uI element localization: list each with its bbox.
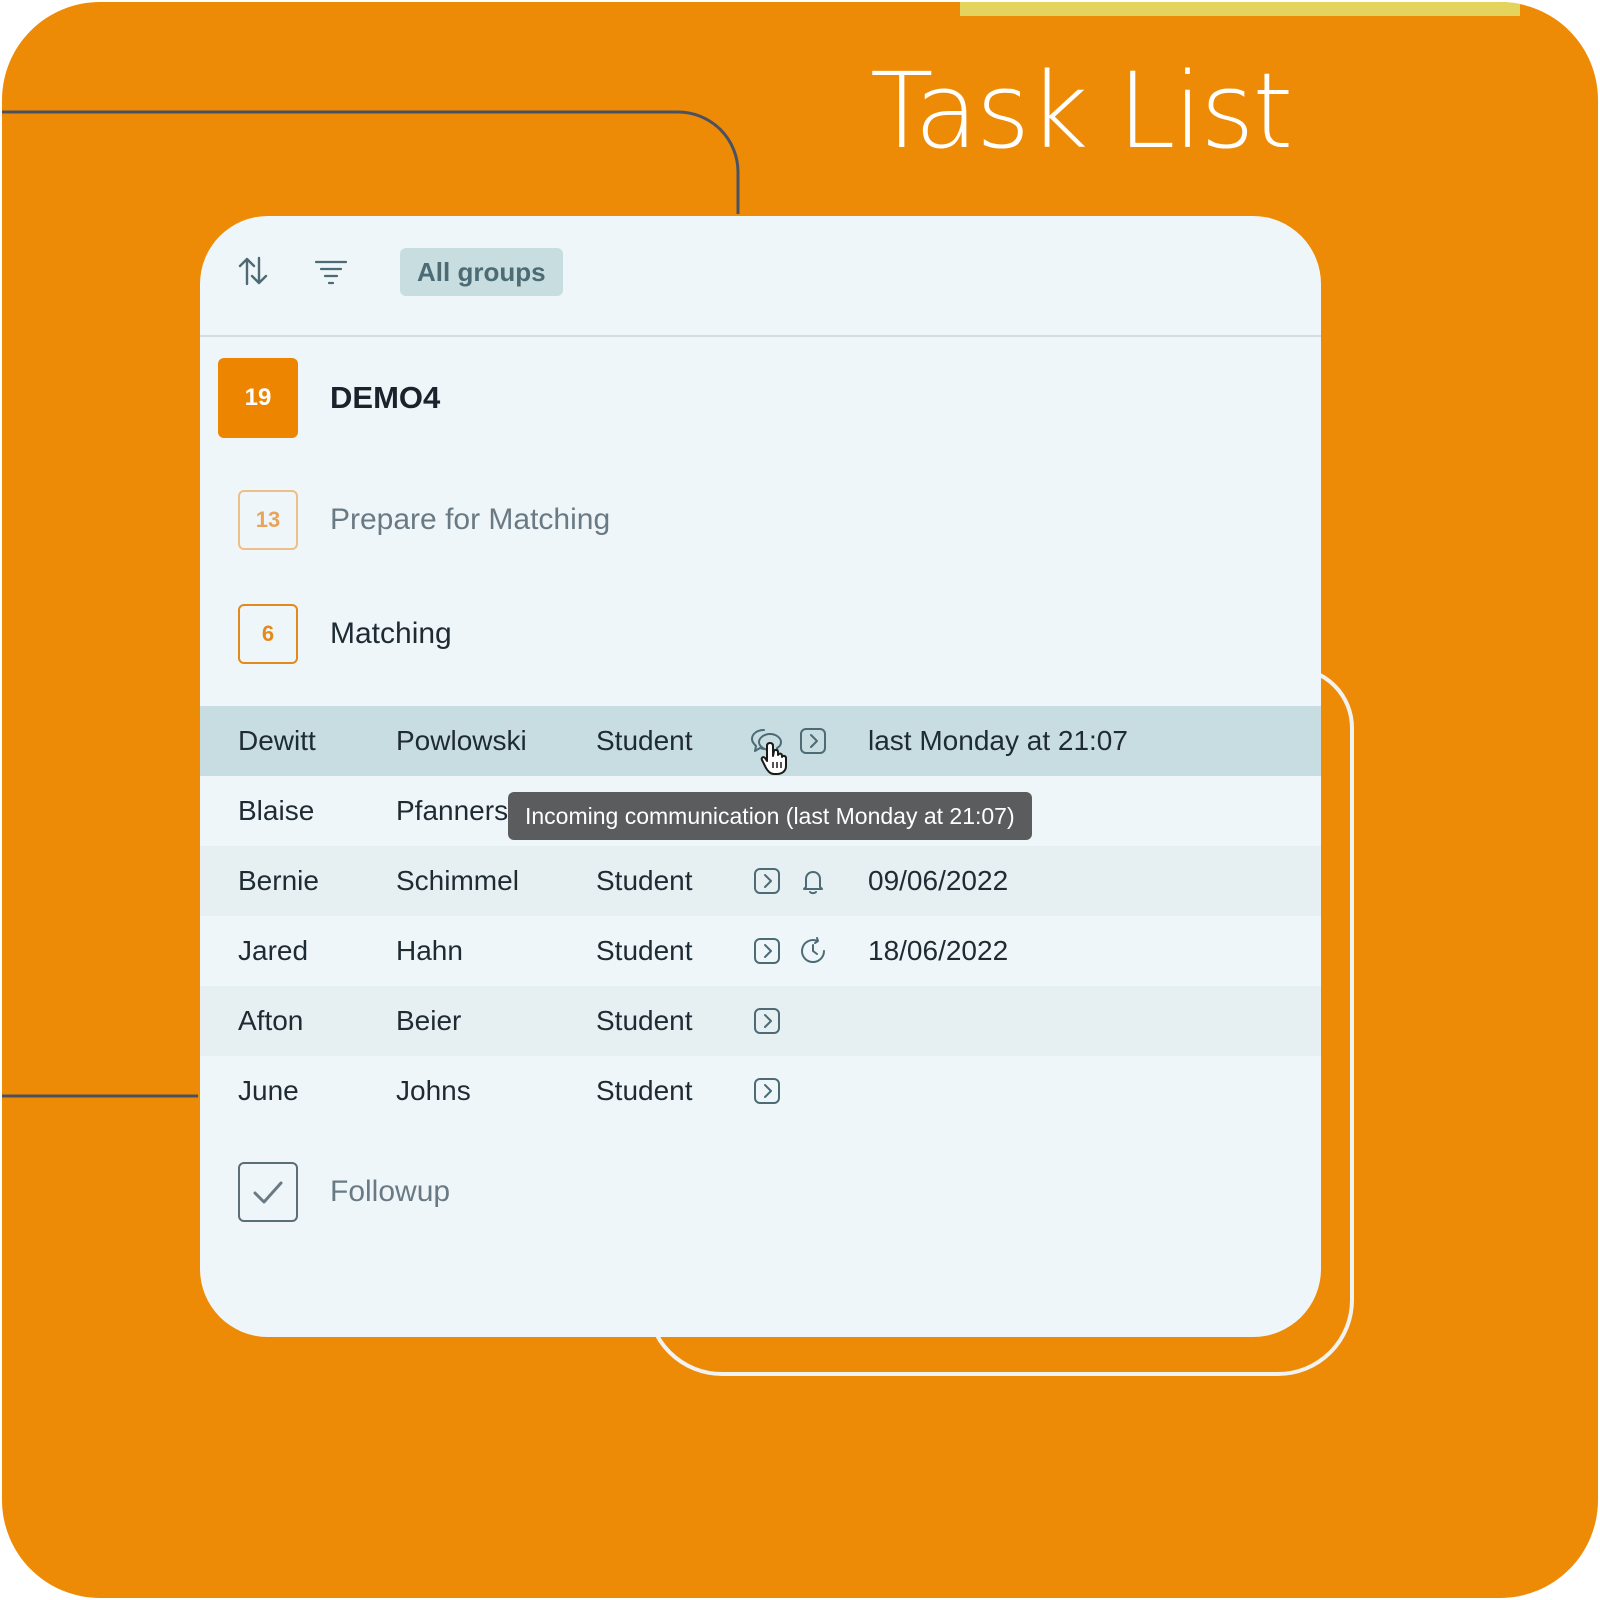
- participant-row[interactable]: Jared Hahn Student 18/06/2022: [200, 916, 1321, 986]
- participant-row[interactable]: June Johns Student: [200, 1056, 1321, 1126]
- task-list-card: All groups 19 DEMO4 13 Prepare for Match…: [200, 216, 1321, 1337]
- background-frame: Task List All groups 19 DEMO4 13 Prepare…: [2, 2, 1598, 1598]
- sort-icon[interactable]: [236, 254, 270, 288]
- project-group-header[interactable]: 19 DEMO4: [200, 358, 1321, 438]
- participant-row[interactable]: Dewitt Powlowski Student last Monday at …: [200, 706, 1321, 776]
- clock-icon: [798, 936, 828, 966]
- first-name: Blaise: [238, 795, 315, 826]
- project-count-badge: 19: [218, 358, 298, 438]
- followup-checkbox[interactable]: [238, 1162, 298, 1222]
- stage-count-badge: 13: [238, 490, 298, 550]
- last-name: Johns: [396, 1075, 471, 1106]
- stage-label: Matching: [330, 617, 452, 650]
- participant-row[interactable]: Bernie Schimmel Student 09/06/2022: [200, 846, 1321, 916]
- date-text: last Monday at 21:07: [868, 725, 1128, 756]
- stage-matching[interactable]: 6 Matching: [200, 604, 1321, 664]
- chevron-right-box-icon[interactable]: [752, 866, 782, 896]
- last-name: Beier: [396, 1005, 462, 1036]
- chevron-right-box-icon[interactable]: [752, 1006, 782, 1036]
- role: Student: [596, 1075, 693, 1106]
- date-text: 09/06/2022: [868, 865, 1009, 896]
- first-name: June: [238, 1075, 299, 1106]
- first-name: Jared: [238, 935, 309, 966]
- last-name: Hahn: [396, 935, 463, 966]
- hero-title: Task List: [870, 50, 1293, 172]
- participant-row[interactable]: Afton Beier Student: [200, 986, 1321, 1056]
- last-name: Schimmel: [396, 865, 519, 896]
- date-text: 18/06/2022: [868, 935, 1009, 966]
- participant-list: Dewitt Powlowski Student last Monday at …: [200, 706, 1321, 1126]
- project-name: DEMO4: [330, 380, 441, 415]
- last-name: Powlowski: [396, 725, 527, 756]
- first-name: Afton: [238, 1005, 304, 1036]
- bell-icon: [798, 866, 828, 896]
- first-name: Bernie: [238, 865, 319, 896]
- followup-label: Followup: [330, 1175, 451, 1208]
- toolbar: All groups: [200, 216, 1321, 337]
- communication-tooltip: Incoming communication (last Monday at 2…: [508, 792, 1032, 840]
- stage-prepare-for-matching[interactable]: 13 Prepare for Matching: [200, 490, 1321, 550]
- chevron-right-box-icon[interactable]: [752, 936, 782, 966]
- stage-label: Prepare for Matching: [330, 503, 611, 536]
- chevron-right-box-icon[interactable]: [798, 726, 828, 756]
- first-name: Dewitt: [238, 725, 316, 756]
- stage-followup[interactable]: Followup: [200, 1162, 1321, 1222]
- all-groups-filter-chip[interactable]: All groups: [400, 248, 563, 296]
- role: Student: [596, 935, 693, 966]
- role: Student: [596, 725, 693, 756]
- stage-count-badge: 6: [238, 604, 298, 664]
- filter-icon[interactable]: [314, 254, 348, 288]
- checkmark-icon: [253, 1181, 283, 1204]
- role: Student: [596, 865, 693, 896]
- role: Student: [596, 1005, 693, 1036]
- chevron-right-box-icon[interactable]: [752, 1076, 782, 1106]
